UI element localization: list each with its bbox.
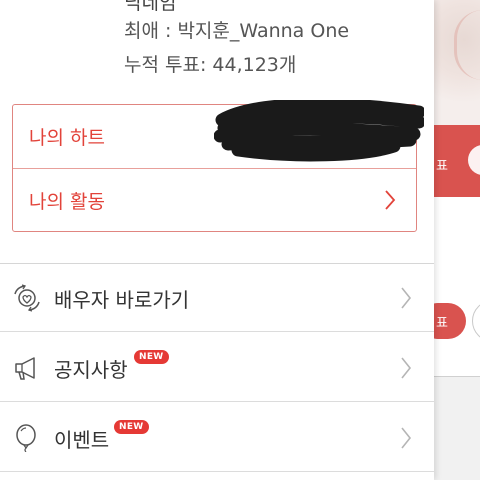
background-app: 표 표	[434, 0, 480, 480]
menu-item-notices[interactable]: 공지사항 NEW	[0, 334, 434, 402]
menu-item-spouse-shortcut[interactable]: 배우자 바로가기	[0, 264, 434, 332]
chevron-right-icon	[401, 357, 412, 379]
menu-item-label: 배우자 바로가기	[54, 288, 190, 312]
background-pill-text: 표	[436, 316, 448, 331]
balloon-icon	[16, 424, 36, 452]
my-activity-row[interactable]: 나의 활동	[13, 169, 416, 232]
chevron-right-icon	[401, 427, 412, 449]
chevron-right-icon	[385, 190, 396, 210]
background-photo	[434, 0, 480, 125]
redaction-scribble	[214, 100, 424, 162]
chevron-right-icon	[401, 287, 412, 309]
profile-nickname: 닉네임	[124, 0, 177, 14]
profile-votes: 누적 투표: 44,123개	[124, 54, 297, 76]
menu-item-label: 이벤트	[54, 428, 110, 452]
navigation-drawer: 닉네임 최애 : 박지훈_Wanna One 누적 투표: 44,123개 나의…	[0, 0, 434, 480]
my-hearts-label: 나의 하트	[29, 127, 105, 149]
heart-swap-icon	[14, 284, 40, 312]
background-vote-text: 표	[436, 159, 448, 174]
menu-item-label: 공지사항	[54, 358, 128, 382]
menu-item-events[interactable]: 이벤트 NEW	[0, 404, 434, 472]
my-activity-label: 나의 활동	[29, 191, 105, 213]
new-badge: NEW	[114, 420, 149, 434]
megaphone-icon	[15, 357, 35, 380]
new-badge: NEW	[134, 350, 169, 364]
profile-favorite: 최애 : 박지훈_Wanna One	[124, 20, 350, 42]
